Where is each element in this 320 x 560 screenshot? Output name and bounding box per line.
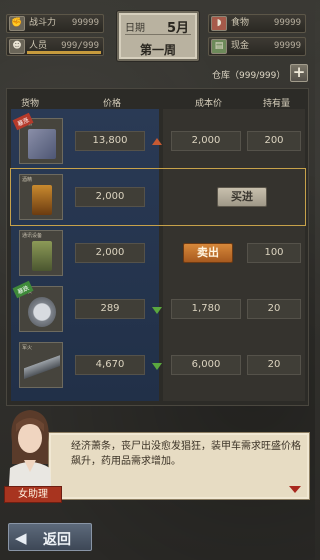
people-bar <box>27 51 101 54</box>
date-month: 5月 <box>166 21 189 36</box>
cash-value: 99999 <box>273 41 301 51</box>
header-price: 价格 <box>103 99 122 109</box>
people-bar-fill <box>27 51 101 54</box>
money-icon: ▤ <box>211 39 227 54</box>
item-name: 酒精 <box>22 177 33 183</box>
header-cost: 成本价 <box>195 99 223 109</box>
price-down-icon <box>152 307 162 314</box>
price-value: 2,000 <box>75 243 145 263</box>
food-label: 食物 <box>231 18 250 28</box>
header-goods: 货物 <box>21 99 40 109</box>
hold-value: 200 <box>247 131 301 151</box>
person-icon: ☻ <box>9 39 25 54</box>
combat-value: 99999 <box>71 18 99 28</box>
buy-button[interactable]: 买进 <box>217 187 267 207</box>
next-arrow-icon[interactable] <box>289 486 301 493</box>
price-value: 13,800 <box>75 131 145 151</box>
item-watch: 手表 暴跌 <box>12 280 63 332</box>
date-label: 日期 <box>125 23 145 34</box>
dialog-box[interactable]: 经济萧条，丧尸出没愈发猖狂，装甲车需求旺盛价格飙升，药用品需求增加。 <box>48 432 310 500</box>
combat-stat: ✊ 战斗力 99999 <box>6 14 104 33</box>
cost-value: 2,000 <box>171 131 241 151</box>
price-value: 4,670 <box>75 355 145 375</box>
cash-label: 现金 <box>231 41 250 51</box>
hold-value: 20 <box>247 355 301 375</box>
trade-table: 货物 价格 成本价 持有量 书籍 暴涨 13,800 2,000 200 酒精 … <box>6 88 309 406</box>
table-row[interactable]: 手表 暴跌 289 1,780 20 <box>11 280 305 337</box>
table-row[interactable]: 书籍 暴涨 13,800 2,000 200 <box>11 112 305 169</box>
date-panel: 日期 5月 第一周 <box>117 11 199 61</box>
cost-value: 6,000 <box>171 355 241 375</box>
sell-button[interactable]: 卖出 <box>183 243 233 263</box>
back-button[interactable]: ◀ 返回 <box>8 523 92 551</box>
drop-badge: 暴跌 <box>12 280 34 299</box>
item-alcohol: 酒精 <box>19 174 63 220</box>
add-warehouse-button[interactable]: + <box>290 64 308 82</box>
table-row[interactable]: 酒精 2,000 买进 <box>10 168 306 226</box>
surge-badge: 暴涨 <box>12 112 34 131</box>
item-name: 军火 <box>22 345 33 351</box>
item-books: 书籍 暴涨 <box>12 112 63 164</box>
cash-stat: ▤ 现金 99999 <box>208 37 306 56</box>
fist-icon: ✊ <box>9 16 25 31</box>
combat-label: 战斗力 <box>29 18 57 28</box>
hold-value: 100 <box>247 243 301 263</box>
meat-icon: ◗ <box>211 16 227 31</box>
price-up-icon <box>152 138 162 145</box>
price-value: 2,000 <box>75 187 145 207</box>
table-row[interactable]: 通讯设备 2,000 卖出 100 <box>11 225 305 281</box>
back-label: 返回 <box>43 532 71 548</box>
header-hold: 持有量 <box>263 99 291 109</box>
table-row[interactable]: 军火 4,670 6,000 20 <box>11 337 305 393</box>
dialog-text: 经济萧条，丧尸出没愈发猖狂，装甲车需求旺盛价格飙升，药用品需求增加。 <box>71 441 301 467</box>
food-stat: ◗ 食物 99999 <box>208 14 306 33</box>
radio-icon <box>32 241 52 271</box>
date-week: 第一周 <box>139 43 176 57</box>
books-icon <box>28 129 56 159</box>
back-arrow-icon: ◀ <box>15 529 27 547</box>
price-down-icon <box>152 363 162 370</box>
price-value: 289 <box>75 299 145 319</box>
speaker-tag: 女助理 <box>4 486 62 503</box>
people-stat: ☻ 人员 999/999 <box>6 37 104 56</box>
cost-value: 1,780 <box>171 299 241 319</box>
food-value: 99999 <box>273 18 301 28</box>
item-radio: 通讯设备 <box>19 230 63 276</box>
warehouse-label: 仓库（999/999） <box>212 71 286 81</box>
watch-icon <box>28 297 56 327</box>
gun-icon <box>24 353 60 383</box>
item-name: 通讯设备 <box>22 233 43 239</box>
bottle-icon <box>32 185 52 215</box>
item-weapon: 军火 <box>19 342 63 388</box>
hold-value: 20 <box>247 299 301 319</box>
